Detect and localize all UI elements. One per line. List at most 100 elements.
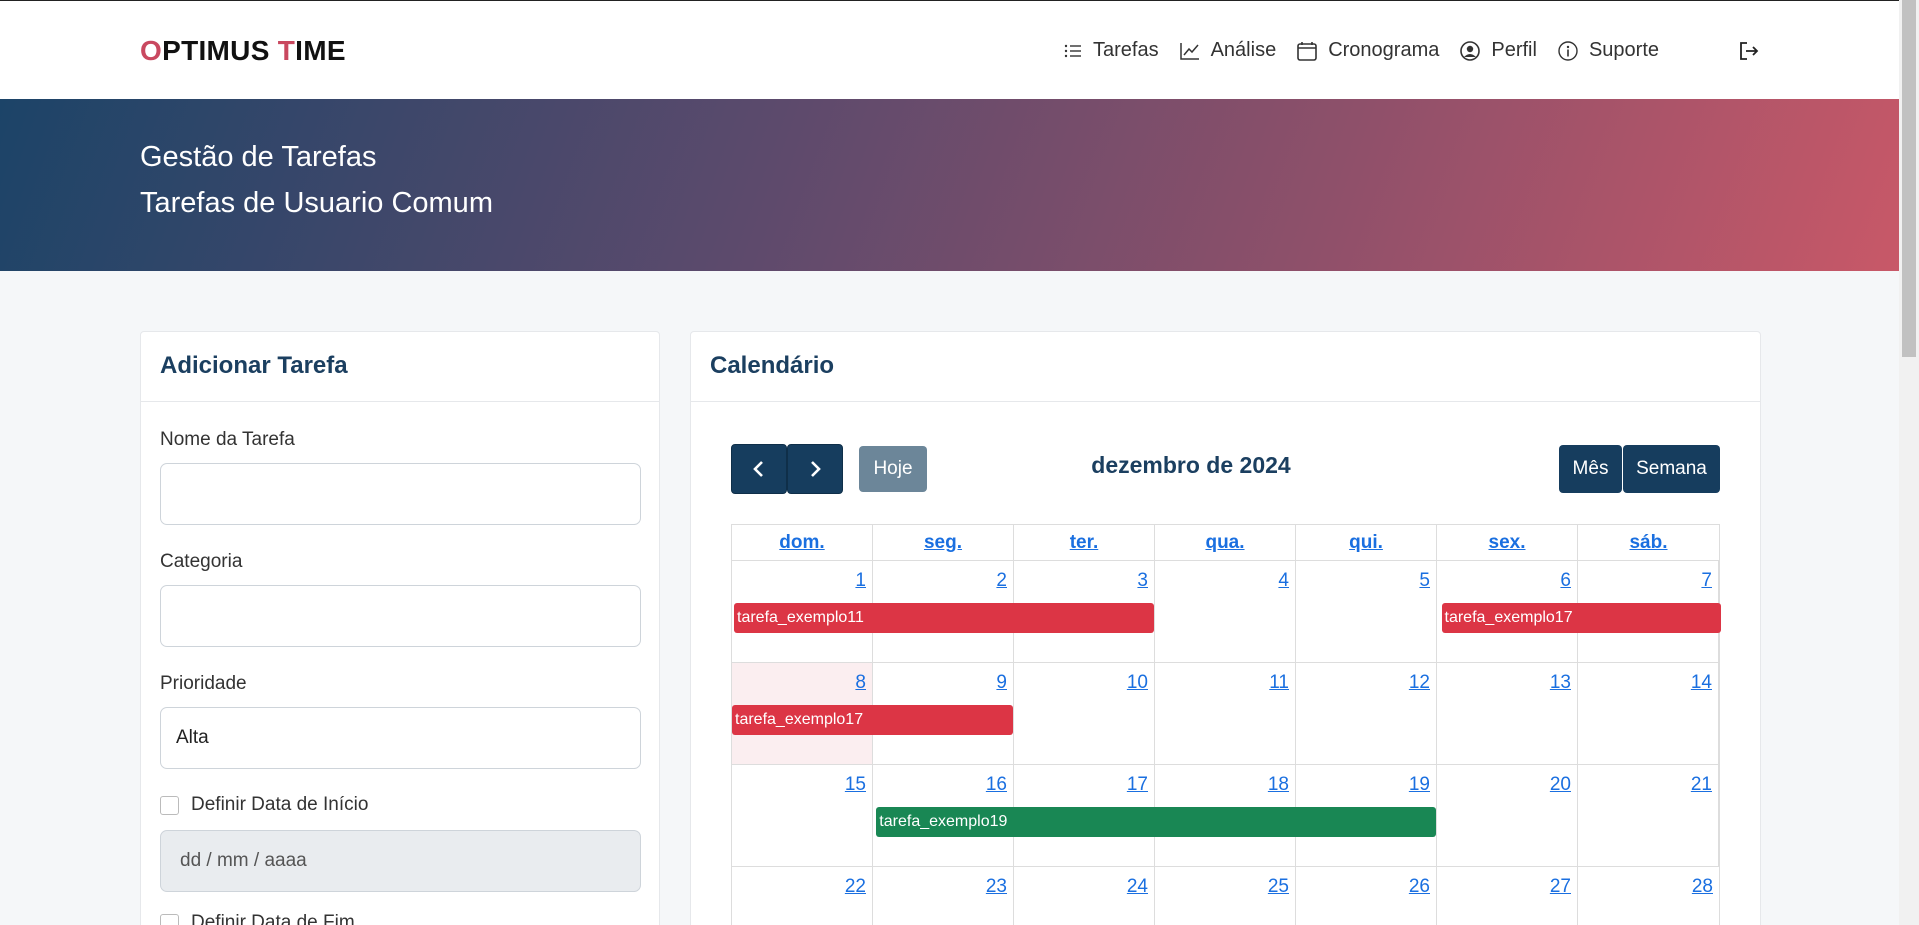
nav-cronograma[interactable]: Cronograma — [1296, 39, 1439, 62]
logout-button[interactable] — [1737, 39, 1761, 68]
priority-label: Prioridade — [160, 673, 247, 694]
category-input[interactable] — [160, 585, 641, 647]
nav-suporte-label: Suporte — [1588, 39, 1660, 61]
weekday-header[interactable]: qui. — [1296, 525, 1437, 560]
end-date-toggle-label: Definir Data de Fim — [191, 912, 355, 925]
calendar-day-cell[interactable]: 24 — [1014, 867, 1155, 925]
weekday-header[interactable]: seg. — [873, 525, 1014, 560]
calendar-event[interactable]: tarefa_exemplo19 — [876, 807, 1437, 837]
day-number-link[interactable]: 24 — [1127, 876, 1148, 898]
scrollbar-thumb[interactable] — [1902, 0, 1916, 357]
day-number-link[interactable]: 6 — [1560, 570, 1571, 592]
calendar-event[interactable]: tarefa_exemplo17 — [732, 705, 1013, 735]
day-number-link[interactable]: 18 — [1268, 774, 1289, 796]
calendar-day-cell[interactable]: 5 — [1296, 561, 1437, 662]
add-task-card: Adicionar Tarefa Nome da Tarefa Categori… — [140, 331, 660, 925]
day-number-link[interactable]: 25 — [1268, 876, 1289, 898]
weekday-header[interactable]: sáb. — [1578, 525, 1719, 560]
day-number-link[interactable]: 12 — [1409, 672, 1430, 694]
calendar-day-cell[interactable]: 25 — [1155, 867, 1296, 925]
day-number-link[interactable]: 2 — [996, 570, 1007, 592]
day-number-link[interactable]: 8 — [855, 672, 866, 694]
brand-text-1: PTIMUS — [162, 35, 278, 66]
calendar-day-cell[interactable]: 12 — [1296, 663, 1437, 764]
weekday-header[interactable]: sex. — [1437, 525, 1578, 560]
add-task-title: Adicionar Tarefa — [141, 332, 659, 402]
priority-select[interactable]: Alta — [160, 707, 641, 769]
day-number-link[interactable]: 4 — [1278, 570, 1289, 592]
weekday-header-row: dom. seg. ter. qua. qui. sex. sáb. — [731, 524, 1720, 561]
calendar-day-cell[interactable]: 14 — [1578, 663, 1719, 764]
nav-tarefas-label: Tarefas — [1093, 39, 1159, 61]
nav-perfil[interactable]: Perfil — [1459, 39, 1537, 62]
calendar-title: Calendário — [691, 332, 1760, 402]
nav-tarefas[interactable]: Tarefas — [1063, 39, 1159, 62]
list-icon — [1064, 44, 1081, 57]
end-date-checkbox[interactable] — [160, 913, 179, 925]
calendar-day-cell[interactable]: 4 — [1155, 561, 1296, 662]
day-number-link[interactable]: 9 — [996, 672, 1007, 694]
weekday-header[interactable]: dom. — [732, 525, 873, 560]
calendar-day-cell[interactable]: 13 — [1437, 663, 1578, 764]
view-month-button[interactable]: Mês — [1559, 445, 1622, 493]
weekday-header[interactable]: qua. — [1155, 525, 1296, 560]
calendar-day-cell[interactable]: 11 — [1155, 663, 1296, 764]
task-name-label: Nome da Tarefa — [160, 429, 295, 450]
brand-letter-t: T — [277, 35, 296, 66]
day-number-link[interactable]: 14 — [1691, 672, 1712, 694]
day-number-link[interactable]: 28 — [1692, 876, 1713, 898]
view-week-button[interactable]: Semana — [1623, 445, 1720, 493]
calendar-prev-button[interactable] — [731, 444, 787, 494]
day-number-link[interactable]: 1 — [855, 570, 866, 592]
nav-perfil-label: Perfil — [1491, 39, 1537, 61]
start-date-checkbox[interactable] — [160, 795, 179, 815]
start-date-toggle[interactable]: Definir Data de Início — [160, 794, 368, 816]
calendar-today-button[interactable]: Hoje — [859, 446, 927, 492]
calendar-day-cell[interactable]: 10 — [1014, 663, 1155, 764]
calendar-day-cell[interactable]: 28 — [1578, 867, 1719, 925]
nav-cronograma-label: Cronograma — [1328, 39, 1440, 61]
chevron-left-icon — [753, 461, 763, 477]
calendar-day-cell[interactable]: 15 — [732, 765, 873, 866]
calendar-day-cell[interactable]: 22 — [732, 867, 873, 925]
day-number-link[interactable]: 11 — [1269, 672, 1289, 694]
weekday-header[interactable]: ter. — [1014, 525, 1155, 560]
day-number-link[interactable]: 15 — [845, 774, 866, 796]
nav-suporte[interactable]: Suporte — [1557, 39, 1659, 62]
brand-logo[interactable]: OPTIMUS TIME — [140, 35, 346, 67]
calendar-day-cell[interactable]: 23 — [873, 867, 1014, 925]
day-number-link[interactable]: 20 — [1550, 774, 1571, 796]
user-circle-icon — [1460, 40, 1481, 61]
start-date-input[interactable]: dd / mm / aaaa — [160, 830, 641, 892]
calendar-event[interactable]: tarefa_exemplo11 — [734, 603, 1154, 633]
top-navbar: OPTIMUS TIME Tarefas Análise Cronograma … — [0, 1, 1899, 99]
day-number-link[interactable]: 21 — [1691, 774, 1712, 796]
day-number-link[interactable]: 3 — [1137, 570, 1148, 592]
calendar-week-row: 15 16 17 18 19 20 21 tarefa_exemplo19 — [731, 765, 1720, 867]
calendar-grid: dom. seg. ter. qua. qui. sex. sáb. 1 2 3 4 5 6 7 tare… — [731, 524, 1722, 925]
day-number-link[interactable]: 27 — [1550, 876, 1571, 898]
calendar-day-cell[interactable]: 20 — [1437, 765, 1578, 866]
day-number-link[interactable]: 7 — [1701, 570, 1712, 592]
calendar-next-button[interactable] — [787, 444, 843, 494]
brand-letter-o: O — [140, 35, 163, 66]
day-number-link[interactable]: 23 — [986, 876, 1007, 898]
day-number-link[interactable]: 26 — [1409, 876, 1430, 898]
day-number-link[interactable]: 19 — [1409, 774, 1430, 796]
calendar-event[interactable]: tarefa_exemplo17 — [1441, 603, 1722, 633]
nav-analise[interactable]: Análise — [1179, 39, 1276, 62]
day-number-link[interactable]: 17 — [1127, 774, 1148, 796]
calendar-card: Calendário Hoje dezembro de 2024 Mês Sem… — [690, 331, 1761, 925]
day-number-link[interactable]: 13 — [1550, 672, 1571, 694]
day-number-link[interactable]: 10 — [1127, 672, 1148, 694]
day-number-link[interactable]: 5 — [1419, 570, 1430, 592]
calendar-day-cell[interactable]: 21 — [1578, 765, 1719, 866]
day-number-link[interactable]: 16 — [986, 774, 1007, 796]
calendar-week-row: 1 2 3 4 5 6 7 tarefa_exemplo11 tarefa_exemplo17 — [731, 561, 1722, 663]
day-number-link[interactable]: 22 — [845, 876, 866, 898]
task-name-input[interactable] — [160, 463, 641, 525]
calendar-week-row: 22 23 24 25 26 27 28 — [731, 867, 1720, 925]
calendar-day-cell[interactable]: 26 — [1296, 867, 1437, 925]
end-date-toggle[interactable]: Definir Data de Fim — [160, 912, 355, 925]
calendar-day-cell[interactable]: 27 — [1437, 867, 1578, 925]
